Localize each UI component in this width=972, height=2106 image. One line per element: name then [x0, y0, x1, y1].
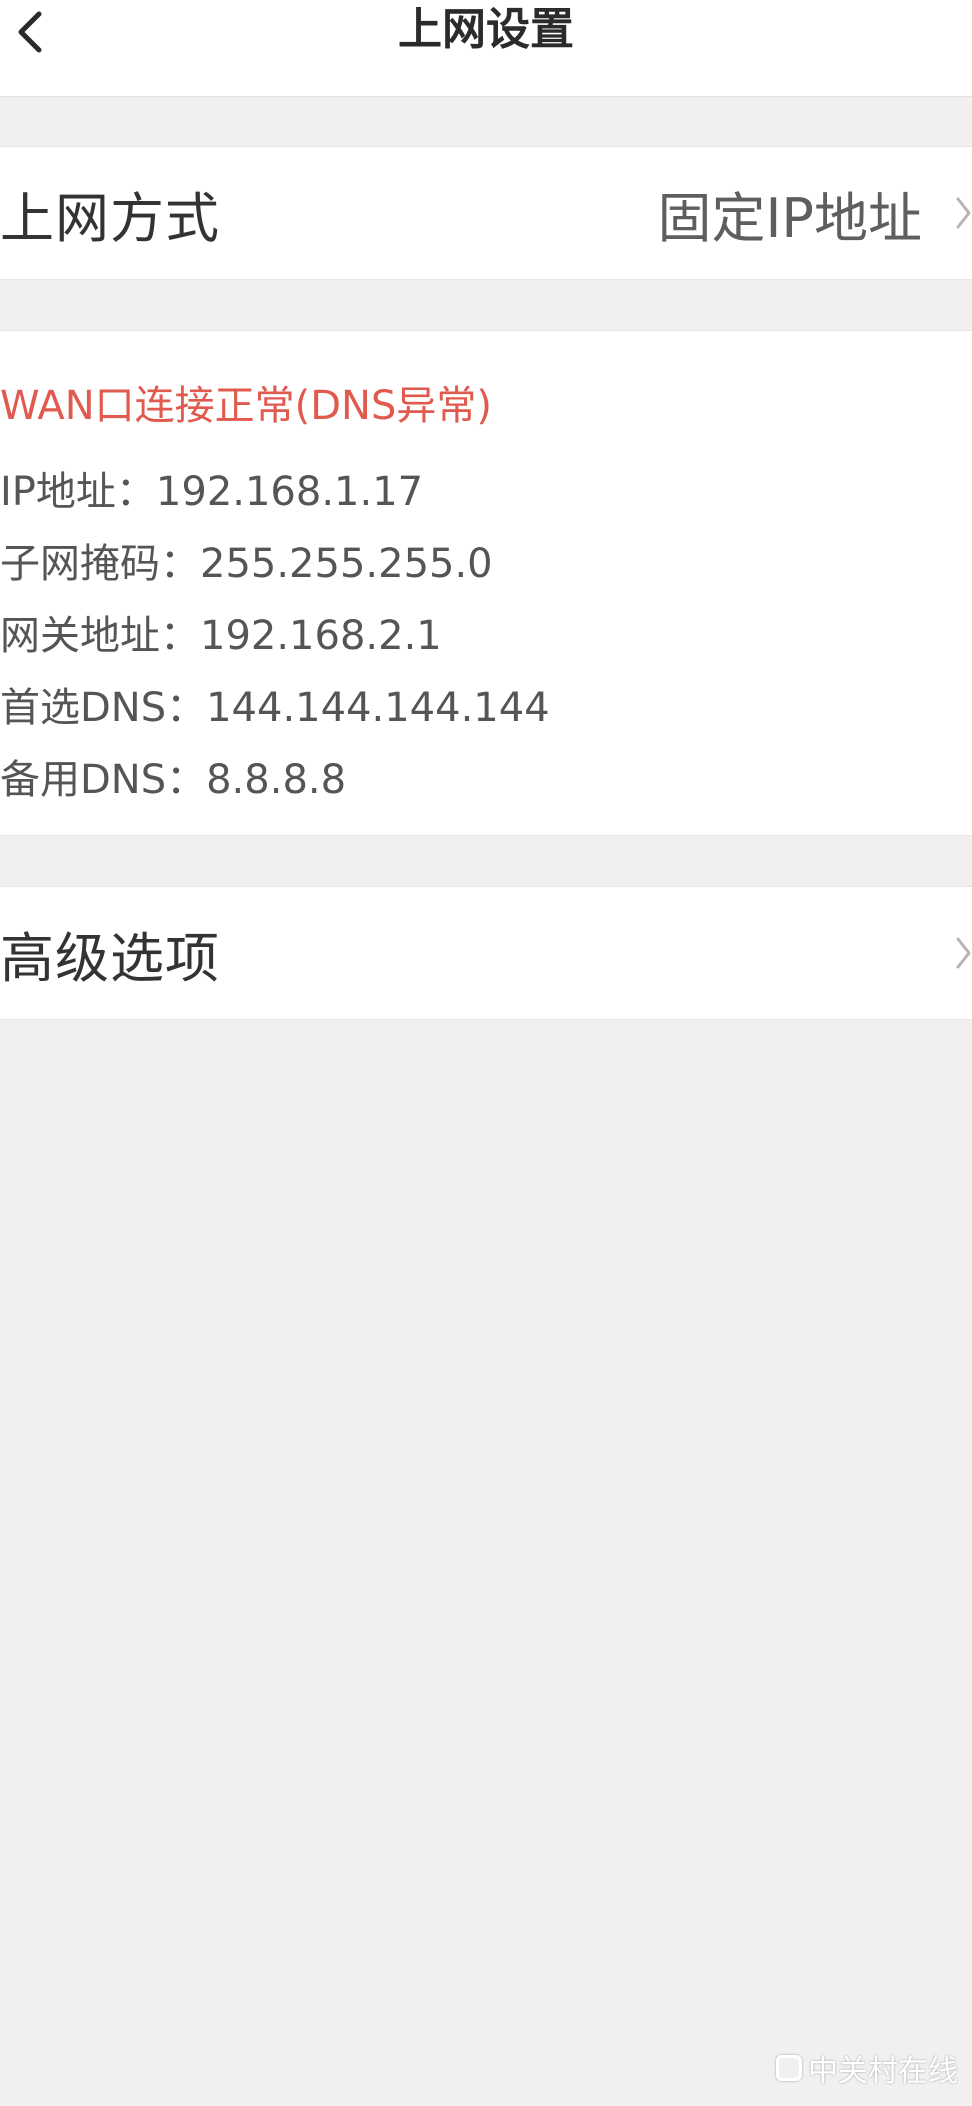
primary-dns-line: 首选DNS：144.144.144.144 — [0, 685, 550, 731]
advanced-options-label: 高级选项 — [0, 926, 220, 990]
connection-mode-value: 固定IP地址 — [657, 186, 923, 250]
watermark-logo-icon — [776, 2055, 802, 2081]
wan-status-card: WAN口连接正常(DNS异常) IP地址：192.168.1.17 子网掩码：2… — [0, 330, 972, 836]
gateway-line: 网关地址：192.168.2.1 — [0, 613, 442, 659]
secondary-dns-line: 备用DNS：8.8.8.8 — [0, 757, 347, 803]
watermark-text: 中关村在线 — [808, 2054, 958, 2089]
subnet-mask-line: 子网掩码：255.255.255.0 — [0, 541, 493, 587]
chevron-right-icon — [942, 191, 972, 235]
watermark: 中关村在线 — [776, 2046, 958, 2090]
page-title: 上网设置 — [398, 4, 574, 55]
wan-status-title: WAN口连接正常(DNS异常) — [0, 383, 492, 429]
ip-address-line: IP地址：192.168.1.17 — [0, 469, 424, 515]
connection-mode-row[interactable]: 上网方式 固定IP地址 — [0, 146, 972, 280]
advanced-options-row[interactable]: 高级选项 — [0, 886, 972, 1020]
connection-mode-label: 上网方式 — [0, 186, 220, 250]
chevron-right-icon — [942, 931, 972, 975]
header-bar: 上网设置 — [0, 0, 972, 97]
